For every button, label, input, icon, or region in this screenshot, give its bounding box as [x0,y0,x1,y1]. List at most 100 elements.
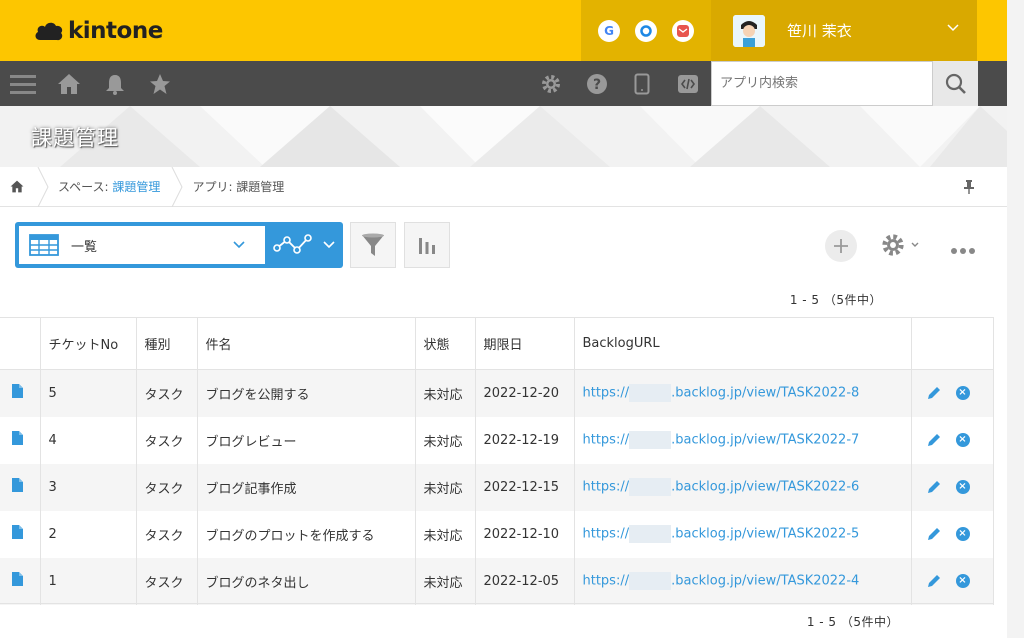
bar-chart-icon [419,238,435,254]
delete-icon[interactable]: × [955,480,970,494]
redacted-host [629,478,672,496]
graph-icon [273,234,312,254]
cell-status: 未対応 [414,463,476,511]
home-icon[interactable] [55,70,83,98]
delete-icon[interactable]: × [955,574,970,588]
cell-actions: × [910,369,994,417]
gear-icon[interactable] [537,70,565,98]
redacted-host [629,431,672,449]
url-suffix[interactable]: .backlog.jp/view/TASK2022-5 [671,527,859,542]
cell-status: 未対応 [414,369,476,417]
column-header[interactable]: BacklogURL [573,317,912,370]
table-row[interactable]: 1 タスク ブログのネタ出し 未対応 2022-12-05 https:// .b… [0,557,994,605]
breadcrumb-space-link[interactable]: 課題管理 [112,180,160,194]
search-button[interactable] [933,61,978,106]
document-icon [12,572,23,586]
breadcrumb-space: スペース: 課題管理 [58,178,160,195]
breadcrumb-home-icon[interactable] [10,180,24,193]
office-icon[interactable] [635,19,657,42]
table-header-row: チケットNo 種別 件名 状態 期限日 BacklogURL [0,317,994,370]
column-header[interactable]: 件名 [196,317,416,370]
delete-icon[interactable]: × [955,527,970,541]
column-header[interactable]: チケットNo [39,317,137,370]
cell-type: タスク [135,510,198,558]
cell-due-date: 2022-12-20 [474,369,575,417]
url-prefix[interactable]: https:// [583,574,630,589]
url-suffix[interactable]: .backlog.jp/view/TASK2022-7 [671,433,859,448]
edit-pencil-icon[interactable] [926,479,942,495]
edit-pencil-icon[interactable] [926,385,942,401]
page-title: 課題管理 [31,126,119,150]
mobile-icon[interactable] [628,70,656,98]
mail-icon[interactable] [672,19,694,42]
record-detail-cell[interactable] [0,416,41,464]
column-header[interactable]: 種別 [135,317,198,370]
cell-status: 未対応 [414,510,476,558]
cell-type: タスク [135,369,198,417]
toolbar: 一覧 1 - 5 （5件中） [0,207,1007,317]
url-prefix[interactable]: https:// [583,480,630,495]
record-count-top: 1 - 5 （5件中） [789,293,882,307]
google-icon[interactable]: G [598,19,620,42]
pin-icon[interactable] [963,179,975,198]
column-header[interactable]: 状態 [414,317,476,370]
help-icon[interactable]: ? [583,70,611,98]
edit-pencil-icon[interactable] [926,526,942,542]
table-bottom-border [0,603,993,604]
view-label: 一覧 [71,239,98,255]
breadcrumb: スペース: 課題管理 アプリ: 課題管理 [0,166,1007,207]
app-search-field[interactable] [711,61,933,106]
search-input[interactable] [712,62,932,105]
chart-button[interactable] [404,222,450,268]
document-icon [12,431,23,445]
view-dropdown[interactable]: 一覧 [19,226,265,264]
avatar [733,14,765,47]
cell-backlog-url[interactable]: https:// .backlog.jp/view/TASK2022-8 [573,369,912,417]
bell-icon[interactable] [101,70,129,98]
cell-backlog-url[interactable]: https:// .backlog.jp/view/TASK2022-7 [573,416,912,464]
cell-subject: ブログを公開する [196,369,416,417]
cell-backlog-url[interactable]: https:// .backlog.jp/view/TASK2022-6 [573,463,912,511]
app-switcher: G [581,0,711,61]
record-detail-cell[interactable] [0,463,41,511]
record-detail-cell[interactable] [0,510,41,558]
graph-dropdown[interactable] [265,222,343,268]
delete-icon[interactable]: × [955,433,970,447]
table-row[interactable]: 2 タスク ブログのプロットを作成する 未対応 2022-12-10 https… [0,510,994,558]
column-header[interactable]: 期限日 [474,317,575,370]
url-prefix[interactable]: https:// [583,386,630,401]
code-icon[interactable] [674,70,702,98]
record-detail-cell[interactable] [0,369,41,417]
edit-pencil-icon[interactable] [926,573,942,589]
cell-due-date: 2022-12-05 [474,557,575,605]
edit-pencil-icon[interactable] [926,432,942,448]
table-row[interactable]: 5 タスク ブログを公開する 未対応 2022-12-20 https:// .b… [0,369,994,417]
url-suffix[interactable]: .backlog.jp/view/TASK2022-6 [671,480,859,495]
cell-ticket-no: 4 [39,416,137,464]
chevron-down-icon[interactable] [947,20,959,36]
header-bar: kintone G 笹川 茉衣 [0,0,1007,61]
more-options-icon[interactable] [950,240,976,259]
app-header: 課題管理 [0,106,1007,167]
app-settings-button[interactable] [880,232,919,258]
filter-button[interactable] [350,222,396,268]
url-prefix[interactable]: https:// [583,527,630,542]
url-suffix[interactable]: .backlog.jp/view/TASK2022-4 [671,574,859,589]
add-record-button[interactable] [825,230,857,262]
cell-backlog-url[interactable]: https:// .backlog.jp/view/TASK2022-4 [573,557,912,605]
record-detail-cell[interactable] [0,557,41,605]
cell-actions: × [910,557,994,605]
breadcrumb-separator [171,166,183,207]
user-menu[interactable]: 笹川 茉衣 [711,0,977,61]
breadcrumb-separator [37,166,49,207]
table-row[interactable]: 4 タスク ブログレビュー 未対応 2022-12-19 https:// .ba… [0,416,994,464]
scrollbar[interactable] [1007,0,1024,638]
table-row[interactable]: 3 タスク ブログ記事作成 未対応 2022-12-15 https:// .ba… [0,463,994,511]
menu-icon[interactable] [9,70,37,98]
url-prefix[interactable]: https:// [583,433,630,448]
cell-backlog-url[interactable]: https:// .backlog.jp/view/TASK2022-5 [573,510,912,558]
kintone-logo[interactable]: kintone [34,17,163,45]
star-icon[interactable] [146,70,174,98]
delete-icon[interactable]: × [955,386,970,401]
url-suffix[interactable]: .backlog.jp/view/TASK2022-8 [671,386,859,401]
